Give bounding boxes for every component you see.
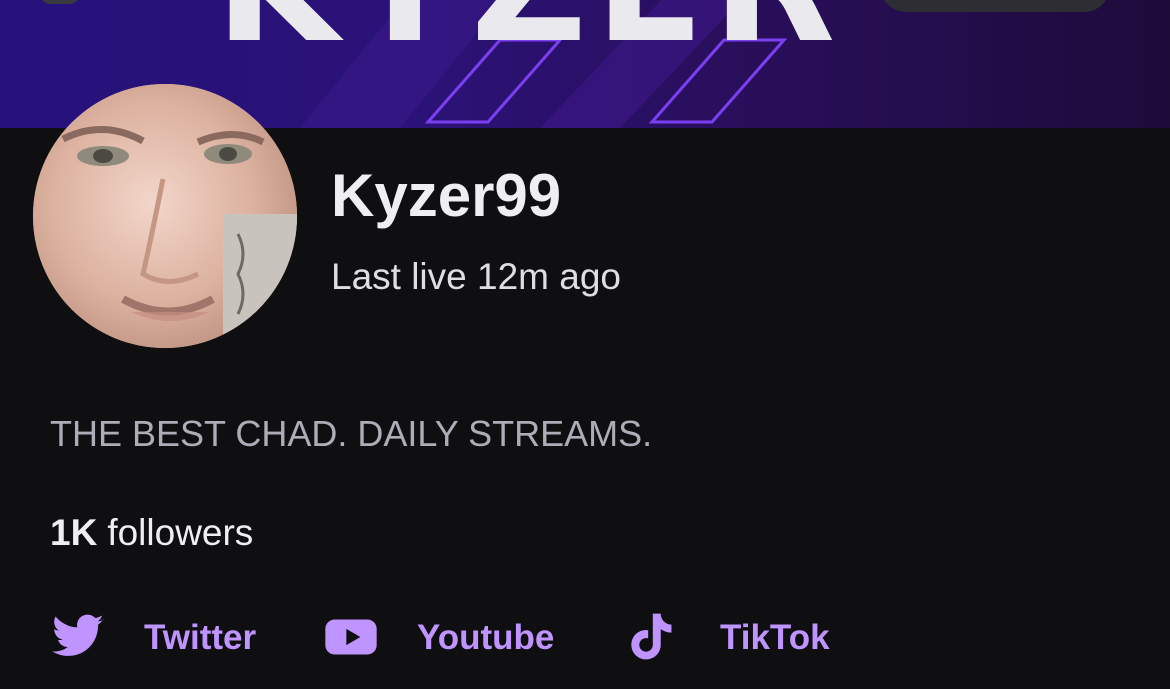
youtube-play-icon xyxy=(323,609,379,665)
tiktok-note-icon xyxy=(622,609,678,665)
followers-count: 1K followers xyxy=(50,514,253,551)
channel-bio: THE BEST CHAD. DAILY STREAMS. xyxy=(50,413,653,454)
social-link-tiktok[interactable]: TikTok xyxy=(622,608,830,666)
channel-name[interactable]: Kyzer99 xyxy=(331,166,561,226)
tiktok-label: TikTok xyxy=(720,617,830,657)
last-live-status: Last live 12m ago xyxy=(331,256,622,297)
followers-label: followers xyxy=(107,512,254,553)
twitter-bird-icon xyxy=(50,609,106,665)
social-link-youtube[interactable]: Youtube xyxy=(323,608,554,666)
followers-number: 1K xyxy=(50,512,98,553)
twitter-label: Twitter xyxy=(144,617,257,657)
avatar[interactable] xyxy=(33,84,297,348)
banner-overlay-pill[interactable] xyxy=(880,0,1110,12)
banner-logo-text: KYZER xyxy=(215,0,843,65)
social-link-twitter[interactable]: Twitter xyxy=(50,608,256,666)
youtube-label: Youtube xyxy=(417,617,555,657)
profile-photo xyxy=(33,84,297,348)
